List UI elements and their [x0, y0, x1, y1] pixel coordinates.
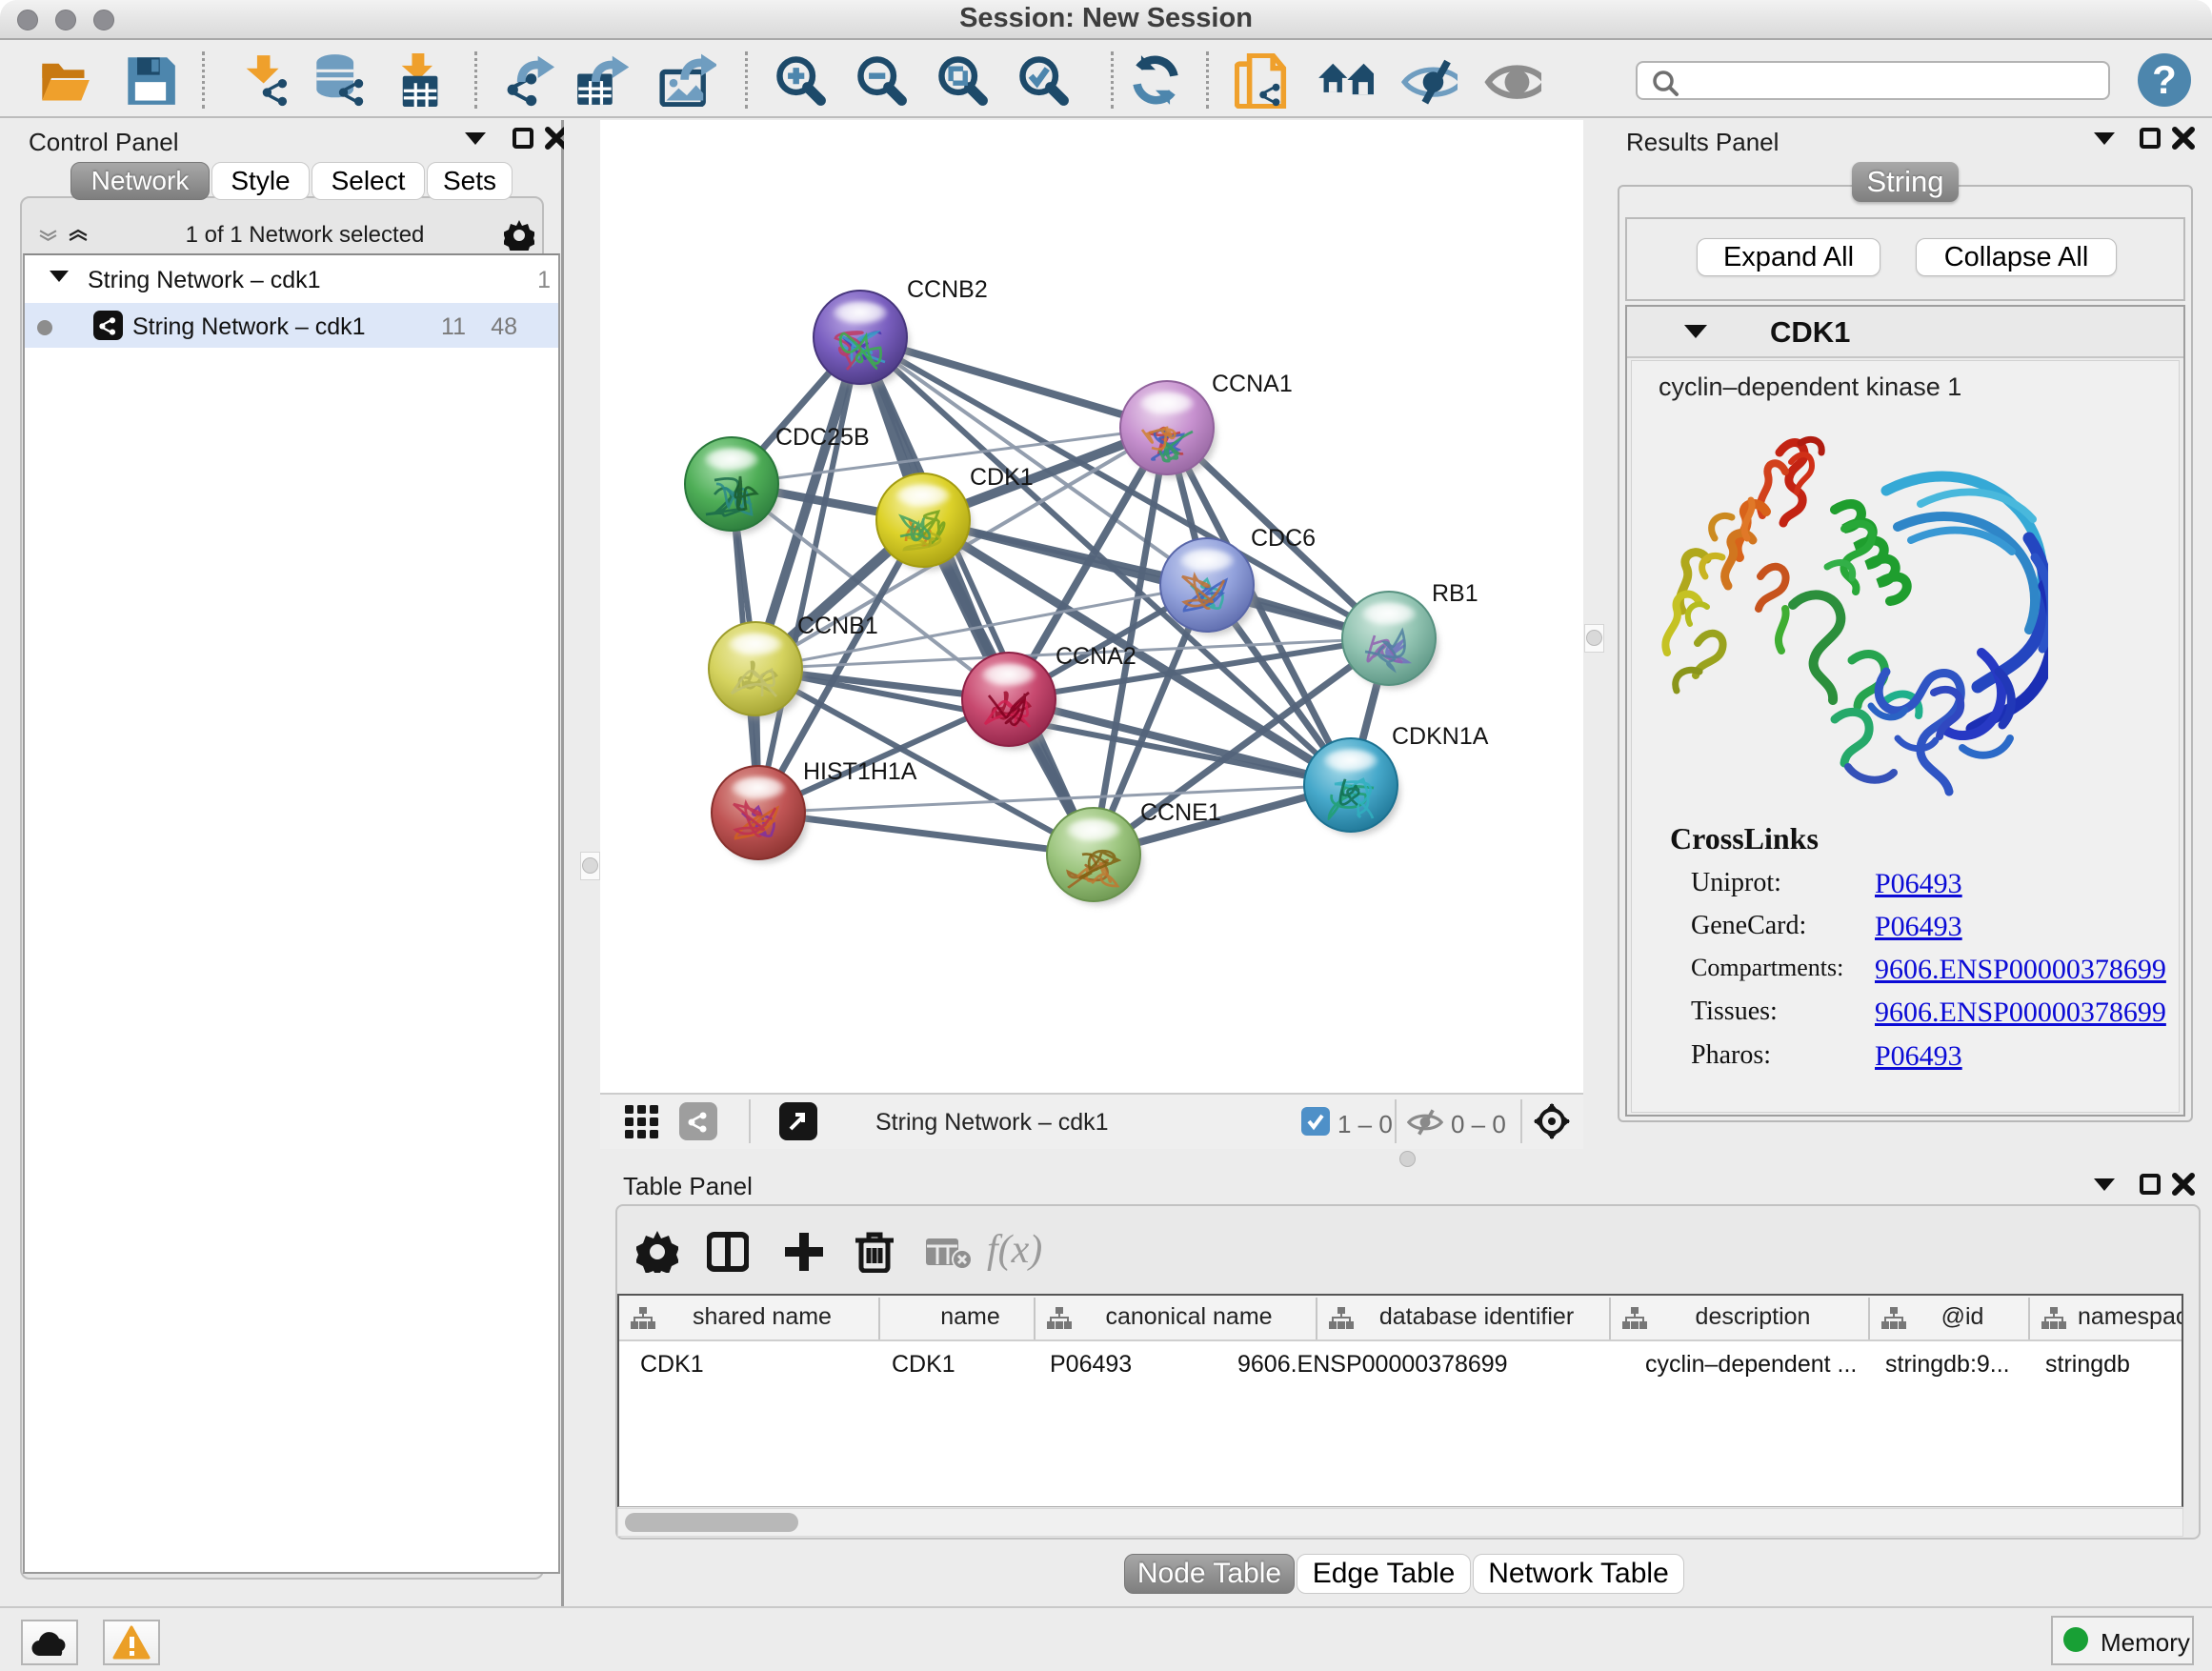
svg-text:CDK1: CDK1	[970, 464, 1034, 491]
svg-text:CCNB1: CCNB1	[797, 613, 878, 639]
svg-text:CCNB2: CCNB2	[907, 276, 988, 303]
svg-text:CDKN1A: CDKN1A	[1392, 723, 1489, 750]
svg-text:CDC25B: CDC25B	[775, 424, 870, 451]
svg-text:CCNA1: CCNA1	[1212, 371, 1293, 397]
svg-text:HIST1H1A: HIST1H1A	[803, 758, 917, 785]
svg-text:CCNA2: CCNA2	[1056, 643, 1136, 670]
svg-text:RB1: RB1	[1432, 580, 1478, 607]
svg-text:CDC6: CDC6	[1251, 525, 1316, 552]
svg-text:CCNE1: CCNE1	[1140, 799, 1221, 826]
